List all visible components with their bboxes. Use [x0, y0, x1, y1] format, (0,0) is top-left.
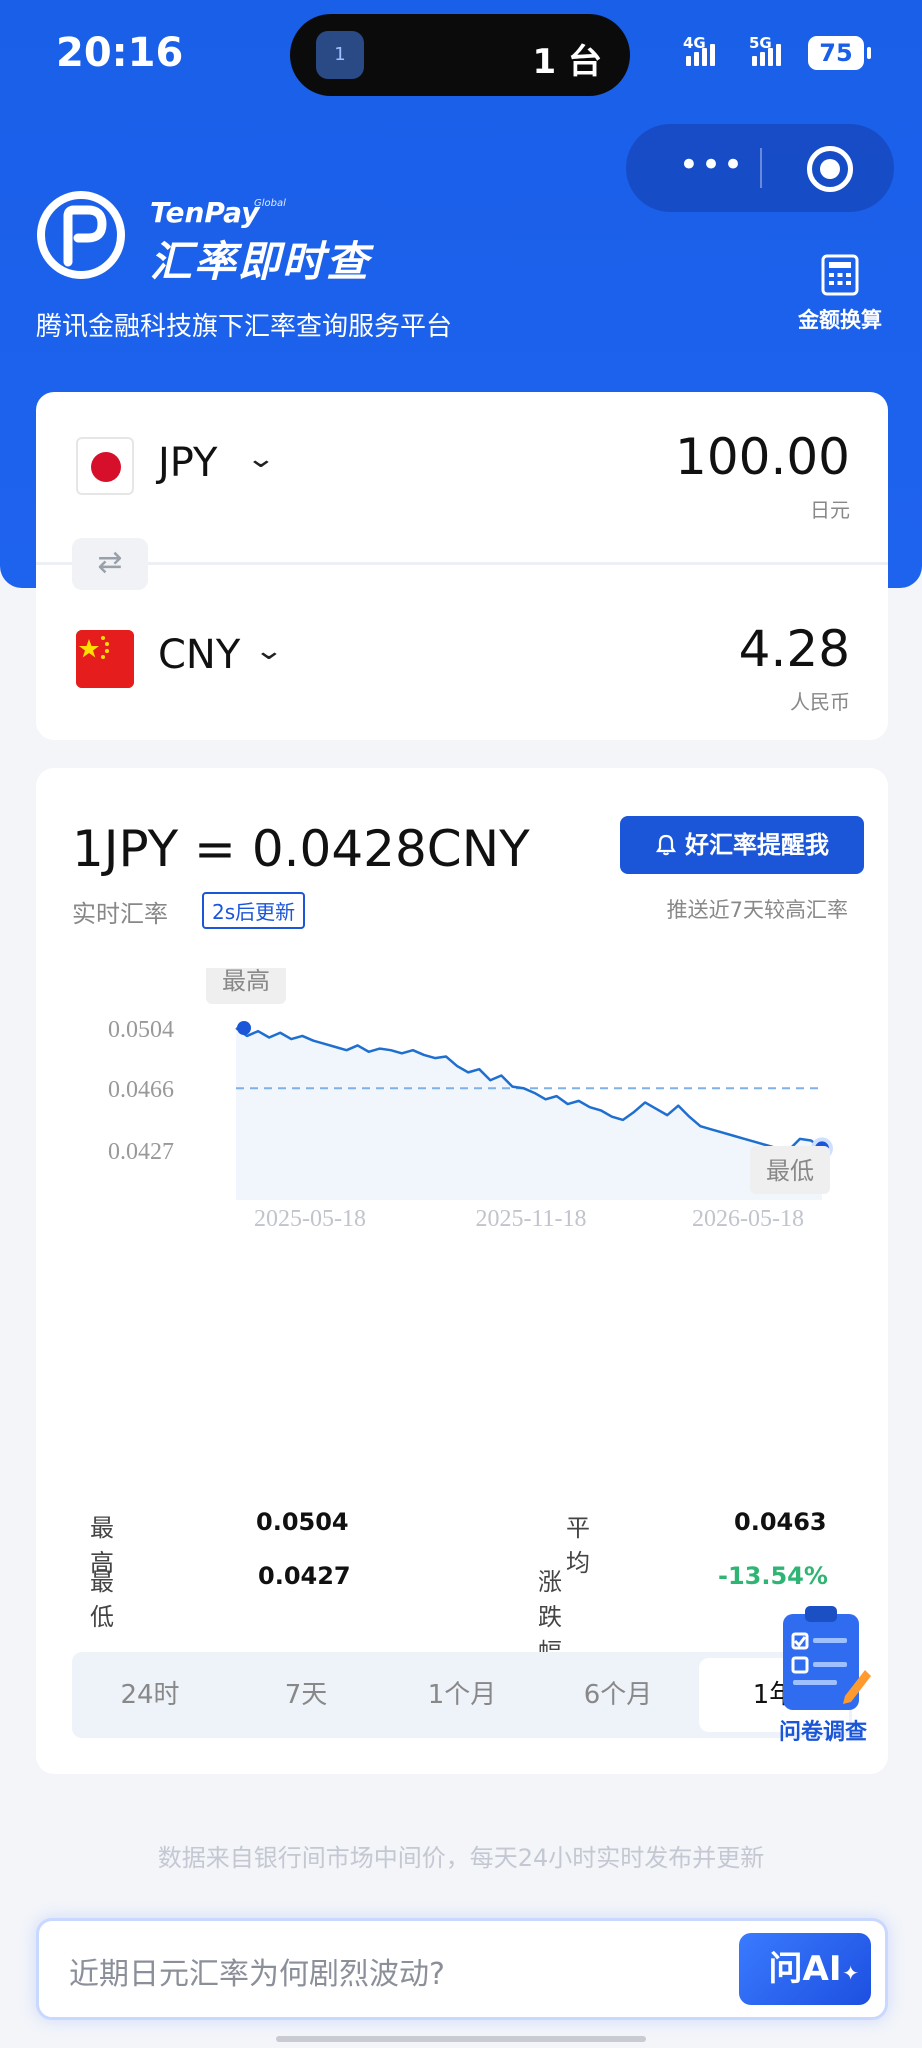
battery-indicator: 75 [808, 36, 871, 70]
capsule-divider [760, 148, 762, 188]
clipboard-survey-icon [783, 1606, 871, 1710]
ai-question-bar[interactable]: 近期日元汇率为何剧烈波动? 问AI ✦ [36, 1918, 888, 2020]
chart-y-tick-label: 0.0504 [108, 1017, 174, 1043]
signal-bars-icon [686, 44, 718, 72]
push-hint: 推送近7天较高汇率 [666, 898, 848, 922]
miniprogram-capsule: ••• [626, 124, 894, 212]
chart-y-tick-label: 0.0427 [108, 1139, 174, 1165]
converter-card: JPY ⌄ 100.00 日元 ⇄ CNY ⌄ 4.28 人民币 [36, 392, 888, 740]
ask-ai-label: 问AI [768, 1949, 842, 1989]
amount-convert-label: 金额换算 [798, 308, 882, 332]
ai-question-input[interactable]: 近期日元汇率为何剧烈波动? [69, 1949, 445, 1993]
status-bar: 20:16 1 1 台 4G 5G 75 [0, 0, 922, 110]
chart-x-tick-label: 2025-05-18 [254, 1206, 366, 1232]
ask-ai-button[interactable]: 问AI ✦ [739, 1933, 871, 2005]
island-badge: 1 [334, 44, 346, 65]
japan-flag-icon [76, 437, 134, 495]
to-amount[interactable]: 4.28 [739, 620, 850, 678]
dynamic-island[interactable]: 1 1 台 [290, 14, 630, 96]
to-unit: 人民币 [790, 690, 850, 714]
status-time: 20:16 [56, 30, 184, 76]
page-subtitle: 腾讯金融科技旗下汇率查询服务平台 [36, 312, 453, 342]
converter-divider [36, 562, 888, 565]
stat-avg-label: 平均 [566, 1514, 590, 1577]
china-flag-stars [76, 630, 134, 688]
current-rate: 1JPY = 0.0428CNY [72, 820, 530, 878]
rate-reminder-label: 好汇率提醒我 [685, 831, 829, 859]
chart-max-tag: 最高 [222, 968, 270, 995]
brand-global: Global [254, 198, 286, 209]
stat-avg-value: 0.0463 [734, 1508, 827, 1536]
chart-min-tag: 最低 [766, 1157, 814, 1185]
brand-name: TenPay [150, 196, 260, 229]
rate-type-label: 实时汇率 [72, 900, 168, 928]
tab-24h[interactable]: 24时 [72, 1652, 228, 1738]
calculator-icon [821, 254, 859, 296]
broadcast-icon: 1 [316, 31, 364, 79]
chart-x-tick-label: 2025-11-18 [475, 1206, 586, 1232]
rate-line-chart[interactable]: 0.0504 0.0466 0.0427 2025-05-18 2025-11-18 20… [36, 968, 888, 1238]
from-unit: 日元 [810, 498, 850, 522]
sparkle-icon: ✦ [842, 1961, 859, 1985]
china-flag-icon [76, 630, 134, 688]
from-currency-code[interactable]: JPY [158, 440, 217, 486]
tenpay-logo-icon [37, 191, 125, 279]
tab-1m[interactable]: 1个月 [384, 1652, 540, 1738]
data-source-note: 数据来自银行间市场中间价，每天24小时实时发布并更新 [157, 1844, 765, 1872]
to-currency-code[interactable]: CNY [158, 632, 240, 678]
more-options-icon[interactable]: ••• [662, 146, 762, 190]
from-amount[interactable]: 100.00 [675, 428, 850, 486]
tab-6m[interactable]: 6个月 [540, 1652, 696, 1738]
survey-button[interactable]: 问卷调查 [768, 1600, 878, 1746]
bell-icon [655, 834, 677, 856]
home-indicator [276, 2036, 646, 2042]
close-miniprogram-icon[interactable] [807, 146, 853, 192]
stat-change-value: -13.54% [718, 1562, 828, 1590]
amount-convert-button[interactable]: 金额换算 [790, 254, 890, 334]
chart-max-point [237, 1021, 251, 1035]
chart-y-tick-label: 0.0466 [108, 1077, 174, 1103]
swap-currency-button[interactable]: ⇄ [72, 538, 148, 590]
stat-high-value: 0.0504 [256, 1508, 349, 1536]
page-title: 汇率即时查 [150, 237, 371, 286]
island-text: 1 台 [532, 42, 603, 82]
survey-label: 问卷调查 [778, 1720, 867, 1745]
chevron-down-icon[interactable]: ⌄ [254, 636, 285, 666]
refresh-countdown-badge: 2s后更新 [202, 892, 306, 929]
range-tabs: 24时 7天 1个月 6个月 1年 [72, 1652, 852, 1738]
tab-7d[interactable]: 7天 [228, 1652, 384, 1738]
chart-x-tick-label: 2026-05-18 [692, 1206, 804, 1232]
chevron-down-icon[interactable]: ⌄ [246, 444, 277, 474]
chart-area-fill [236, 1028, 822, 1200]
rate-chart-card: 1JPY = 0.0428CNY 好汇率提醒我 实时汇率 2s后更新 推送近7天… [36, 768, 888, 1774]
signal-bars-icon [752, 44, 784, 72]
stat-low-label: 最低 [90, 1568, 114, 1631]
rate-reminder-button[interactable]: 好汇率提醒我 [620, 816, 864, 874]
stat-low-value: 0.0427 [258, 1562, 351, 1590]
